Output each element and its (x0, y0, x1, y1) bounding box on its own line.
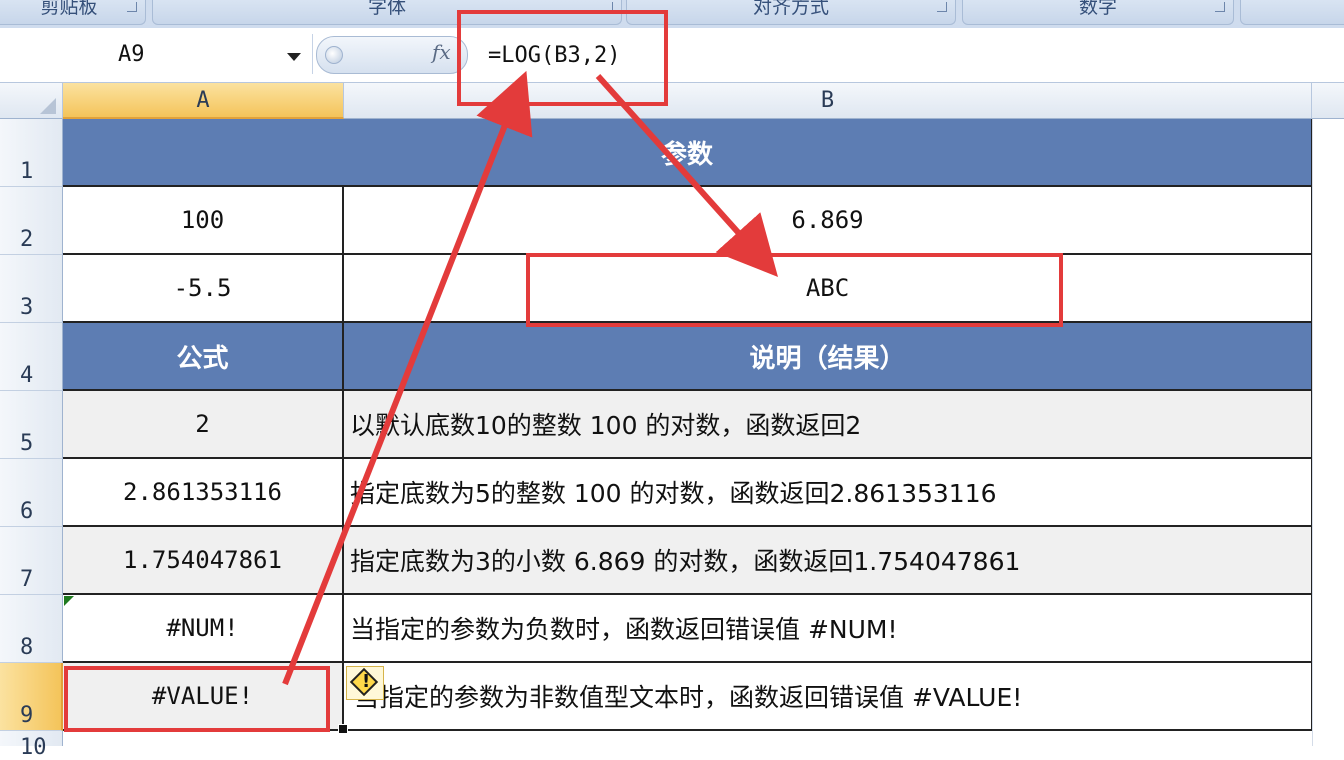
annotation-arrows (282, 70, 779, 686)
arrow-a9-to-formula (282, 70, 533, 686)
arrow-formula-to-b3 (595, 73, 779, 277)
